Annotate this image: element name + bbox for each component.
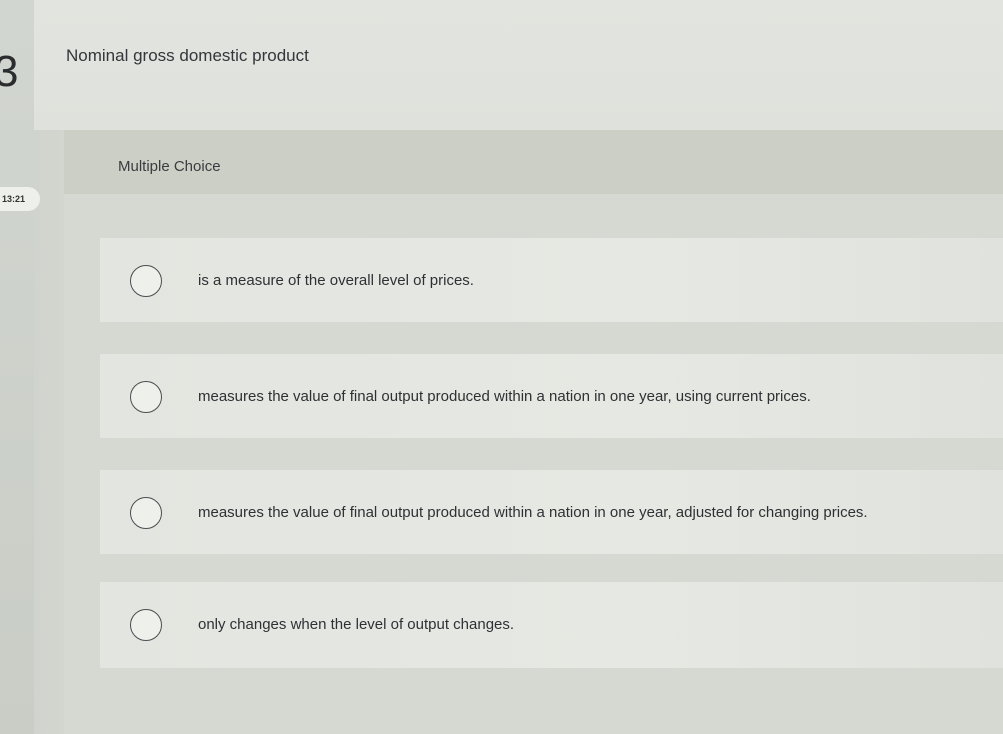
left-rail [0,0,34,734]
answer-option-text: measures the value of final output produ… [198,388,811,405]
multiple-choice-label: Multiple Choice [118,158,221,175]
answer-option[interactable]: measures the value of final output produ… [100,354,1003,438]
answer-option-text: only changes when the level of output ch… [198,616,515,633]
answer-option-text: measures the value of final output produ… [198,504,868,521]
quiz-screen: 3 13:21 Nominal gross domestic product M… [0,0,1003,734]
timer-badge: 13:21 [0,187,40,211]
answer-option[interactable]: only changes when the level of output ch… [100,582,1003,668]
question-text: Nominal gross domestic product [66,46,309,65]
radio-button[interactable] [130,381,162,413]
answer-option-text: is a measure of the overall level of pri… [198,272,474,289]
radio-button[interactable] [130,265,162,297]
radio-button[interactable] [130,609,162,641]
answer-option[interactable]: measures the value of final output produ… [100,470,1003,554]
question-number: 3 [0,47,19,96]
radio-button[interactable] [130,497,162,529]
answer-option[interactable]: is a measure of the overall level of pri… [100,238,1003,322]
